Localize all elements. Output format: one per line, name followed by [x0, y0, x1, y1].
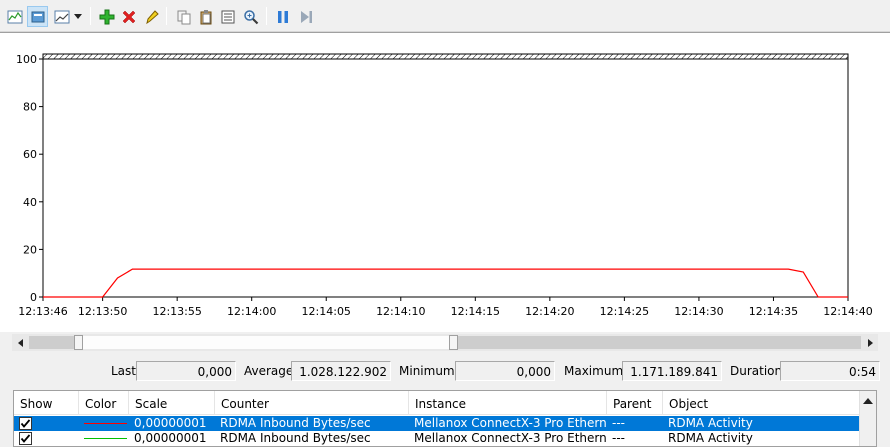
minimum-label: Minimum [399, 364, 455, 378]
view-current-activity-icon[interactable] [4, 6, 25, 27]
chart-svg: 0 20 40 60 80 100 12:13:46 12:13:50 12:13:55 12:1… [16, 53, 873, 318]
show-checkbox[interactable] [19, 432, 32, 445]
counter-cell: RDMA Inbound Bytes/sec [220, 431, 371, 445]
column-header-instance[interactable]: Instance [409, 391, 607, 415]
last-label: Last [111, 364, 136, 378]
column-header-parent[interactable]: Parent [607, 391, 663, 415]
color-swatch [84, 431, 129, 446]
scroll-thumb-right[interactable] [449, 335, 458, 350]
scroll-track-middle [83, 336, 450, 349]
change-graph-type-icon[interactable] [51, 6, 72, 27]
x-tick-label: 12:14:35 [749, 305, 798, 318]
column-header-object[interactable]: Object [663, 391, 860, 415]
scale-cell: 0,00000001 [134, 431, 207, 445]
column-header-counter[interactable]: Counter [215, 391, 409, 415]
properties-icon[interactable] [217, 6, 238, 27]
dropdown-arrow-icon[interactable] [71, 6, 85, 27]
chart-top-band [42, 53, 849, 60]
freeze-display-icon[interactable] [272, 6, 293, 27]
x-tick-label: 12:13:55 [152, 305, 201, 318]
scroll-up-icon[interactable] [863, 394, 873, 407]
y-tick-label: 80 [23, 101, 37, 114]
average-value: 1.028.122.902 [291, 361, 391, 381]
column-header-color[interactable]: Color [79, 391, 129, 415]
view-log-data-icon[interactable] [27, 6, 48, 27]
x-tick-label: 12:14:10 [376, 305, 425, 318]
scroll-left-icon[interactable] [12, 334, 29, 351]
minimum-value: 0,000 [455, 361, 555, 381]
maximum-value: 1.171.189.841 [622, 361, 722, 381]
zoom-icon[interactable] [240, 6, 261, 27]
x-tick-label: 12:14:30 [674, 305, 723, 318]
plot-area [42, 58, 849, 298]
object-cell: RDMA Activity [668, 416, 753, 430]
x-tick-label: 12:14:25 [600, 305, 649, 318]
parent-cell: --- [612, 416, 625, 430]
copy-properties-icon[interactable] [173, 6, 194, 27]
last-value: 0,000 [136, 361, 236, 381]
scale-cell: 0,00000001 [134, 416, 207, 430]
counter-table[interactable]: Show Color Scale Counter Instance Parent… [13, 390, 877, 447]
statistics-bar: Last 0,000 Average 1.028.122.902 Minimum… [0, 359, 890, 383]
y-tick-label: 60 [23, 148, 37, 161]
toolbar-separator [166, 7, 167, 25]
checkmark-icon [20, 434, 31, 443]
update-data-icon[interactable] [295, 6, 316, 27]
x-tick-label: 12:14:00 [227, 305, 276, 318]
x-tick-label: 12:14:40 [823, 305, 872, 318]
color-swatch [84, 416, 129, 431]
add-counter-icon[interactable] [96, 6, 117, 27]
table-header: Show Color Scale Counter Instance Parent… [14, 391, 860, 415]
scroll-thumb-left[interactable] [74, 335, 83, 350]
maximum-label: Maximum [564, 364, 624, 378]
checkmark-icon [20, 419, 31, 428]
time-scrollbar[interactable] [12, 334, 878, 351]
instance-cell: Mellanox ConnectX-3 Pro Etherne... [414, 416, 606, 430]
x-tick-label: 12:14:05 [302, 305, 351, 318]
average-label: Average [244, 364, 294, 378]
parent-cell: --- [612, 431, 625, 445]
x-tick-label: 12:13:50 [78, 305, 127, 318]
toolbar-separator [90, 7, 91, 25]
show-checkbox[interactable] [19, 417, 32, 430]
table-vertical-scrollbar[interactable] [859, 391, 876, 446]
y-tick-label: 0 [30, 291, 37, 304]
scroll-right-icon[interactable] [861, 334, 878, 351]
counter-cell: RDMA Inbound Bytes/sec [220, 416, 371, 430]
instance-cell: Mellanox ConnectX-3 Pro Etherne... [414, 431, 606, 445]
y-tick-label: 40 [23, 196, 37, 209]
highlight-icon[interactable] [140, 6, 161, 27]
object-cell: RDMA Activity [668, 431, 753, 445]
column-header-scale[interactable]: Scale [129, 391, 215, 415]
table-row[interactable]: 0,00000001 RDMA Inbound Bytes/sec Mellan… [14, 431, 860, 446]
table-row[interactable]: 0,00000001 RDMA Inbound Bytes/sec Mellan… [14, 416, 860, 431]
y-tick-label: 20 [23, 243, 37, 256]
toolbar [0, 0, 890, 32]
x-tick-label: 12:13:46 [18, 305, 67, 318]
performance-chart[interactable]: 0 20 40 60 80 100 12:13:46 12:13:50 12:13:55 12:1… [0, 32, 890, 332]
y-tick-label: 100 [16, 53, 37, 66]
duration-label: Duration [730, 364, 783, 378]
scroll-track-right [458, 336, 861, 349]
column-header-show[interactable]: Show [14, 391, 79, 415]
duration-value: 0:54 [780, 361, 880, 381]
scroll-track-left [29, 336, 77, 349]
toolbar-separator [266, 7, 267, 25]
x-tick-label: 12:14:15 [451, 305, 500, 318]
paste-counter-list-icon[interactable] [195, 6, 216, 27]
x-tick-label: 12:14:20 [525, 305, 574, 318]
delete-counter-icon[interactable] [118, 6, 139, 27]
